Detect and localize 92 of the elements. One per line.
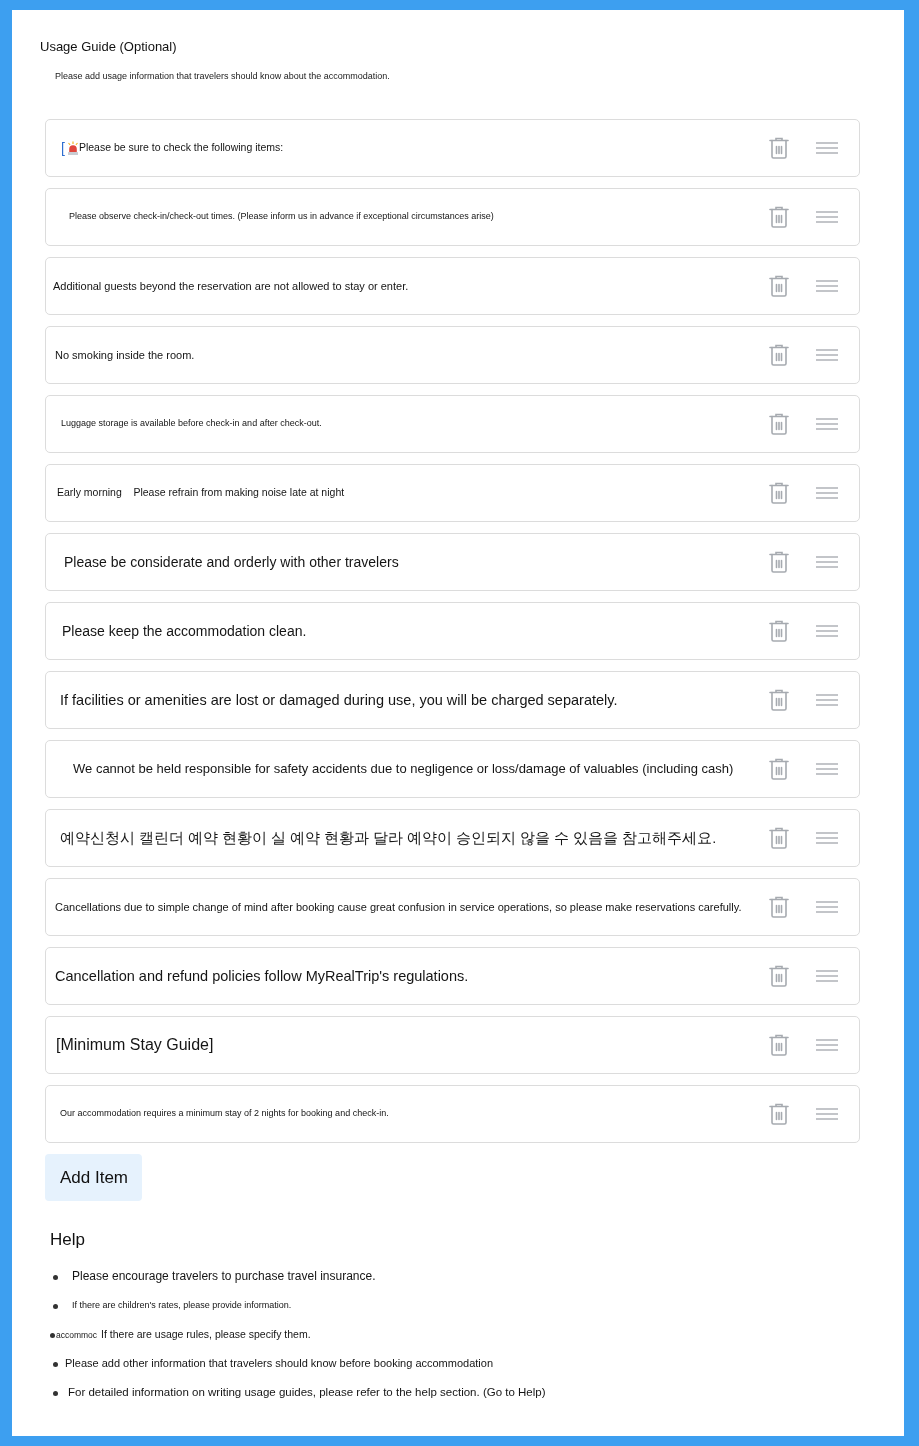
- drag-handle[interactable]: [816, 349, 838, 361]
- guide-item-text: Cancellation and refund policies follow MyRealTrip's regulations.: [55, 966, 469, 986]
- bullet-icon: [53, 1275, 58, 1280]
- trash-icon: [769, 551, 789, 573]
- hamburger-icon: [816, 487, 838, 499]
- drag-handle[interactable]: [816, 1039, 838, 1051]
- bullet-icon: [53, 1362, 58, 1367]
- help-text: Please add other information that travelers should know before booking accommodation: [65, 1356, 494, 1371]
- delete-button[interactable]: [769, 551, 789, 573]
- delete-button[interactable]: [769, 482, 789, 504]
- guide-item-text: Please keep the accommodation clean.: [62, 621, 307, 641]
- delete-button[interactable]: [769, 1103, 789, 1125]
- bullet-icon: [53, 1391, 58, 1396]
- guide-item-text: Early morning Please refrain from making noise late at night: [57, 486, 345, 500]
- hamburger-icon: [816, 694, 838, 706]
- hamburger-icon: [816, 625, 838, 637]
- delete-button[interactable]: [769, 413, 789, 435]
- hamburger-icon: [816, 142, 838, 154]
- guide-item-text: We cannot be held responsible for safety accidents due to negligence or loss/damage of valuables (including cash): [73, 760, 734, 778]
- delete-button[interactable]: [769, 827, 789, 849]
- drag-handle[interactable]: [816, 487, 838, 499]
- trash-icon: [769, 275, 789, 297]
- clipped-label: accommoc: [56, 1328, 98, 1341]
- help-text: If there are usage rules, please specify them.: [101, 1327, 311, 1342]
- drag-handle[interactable]: [816, 901, 838, 913]
- delete-button[interactable]: [769, 206, 789, 228]
- trash-icon: [769, 689, 789, 711]
- hamburger-icon: [816, 1108, 838, 1120]
- trash-icon: [769, 206, 789, 228]
- siren-icon: [66, 141, 79, 155]
- drag-handle[interactable]: [816, 556, 838, 568]
- delete-button[interactable]: [769, 758, 789, 780]
- guide-item-text: Cancellations due to simple change of mind after booking cause great confusion in service operations, so please make reservations carefully.: [55, 899, 742, 915]
- delete-button[interactable]: [769, 965, 789, 987]
- hamburger-icon: [816, 349, 838, 361]
- delete-button[interactable]: [769, 275, 789, 297]
- trash-icon: [769, 965, 789, 987]
- trash-icon: [769, 827, 789, 849]
- drag-handle[interactable]: [816, 832, 838, 844]
- hamburger-icon: [816, 556, 838, 568]
- drag-handle[interactable]: [816, 625, 838, 637]
- bullet-icon: [50, 1333, 55, 1338]
- delete-button[interactable]: [769, 1034, 789, 1056]
- hamburger-icon: [816, 211, 838, 223]
- drag-handle[interactable]: [816, 694, 838, 706]
- trash-icon: [769, 344, 789, 366]
- hamburger-icon: [816, 832, 838, 844]
- bullet-icon: [53, 1304, 58, 1309]
- trash-icon: [769, 758, 789, 780]
- trash-icon: [769, 620, 789, 642]
- add-item-button[interactable]: Add Item: [45, 1154, 143, 1201]
- section-description: Please add usage information that travelers should know about the accommodation.: [55, 70, 390, 82]
- guide-item-text: Please be sure to check the following items:: [78, 141, 284, 155]
- delete-button[interactable]: [769, 896, 789, 918]
- drag-handle[interactable]: [816, 1108, 838, 1120]
- delete-button[interactable]: [769, 620, 789, 642]
- drag-handle[interactable]: [816, 418, 838, 430]
- drag-handle[interactable]: [816, 211, 838, 223]
- trash-icon: [769, 1103, 789, 1125]
- trash-icon: [769, 1034, 789, 1056]
- hamburger-icon: [816, 763, 838, 775]
- hamburger-icon: [816, 901, 838, 913]
- guide-item-text: Additional guests beyond the reservation are not allowed to stay or enter.: [53, 278, 409, 294]
- hamburger-icon: [816, 1039, 838, 1051]
- delete-button[interactable]: [769, 344, 789, 366]
- trash-icon: [769, 896, 789, 918]
- guide-item-text: 예약신청시 캘린더 예약 현황이 실 예약 현황과 달라 예약이 승인되지 않을 수 있음을 참고해주세요.: [60, 828, 717, 848]
- guide-item-text: No smoking inside the room.: [55, 347, 195, 363]
- guide-item-text: Please be considerate and orderly with other travelers: [64, 552, 399, 572]
- guide-item-text: If facilities or amenities are lost or damaged during use, you will be charged separately.: [60, 690, 618, 710]
- hamburger-icon: [816, 970, 838, 982]
- trash-icon: [769, 137, 789, 159]
- section-title: Usage Guide (Optional): [40, 39, 177, 55]
- guide-item-text: [Minimum Stay Guide]: [56, 1034, 214, 1055]
- trash-icon: [769, 482, 789, 504]
- guide-item-text: Our accommodation requires a minimum stay of 2 nights for booking and check-in.: [60, 1108, 389, 1120]
- drag-handle[interactable]: [816, 280, 838, 292]
- delete-button[interactable]: [769, 137, 789, 159]
- guide-item-text: Luggage storage is available before check-in and after check-out.: [61, 418, 322, 430]
- delete-button[interactable]: [769, 689, 789, 711]
- bracket-text: [: [61, 140, 65, 156]
- help-text: Please encourage travelers to purchase travel insurance.: [72, 1268, 376, 1285]
- hamburger-icon: [816, 418, 838, 430]
- drag-handle[interactable]: [816, 142, 838, 154]
- help-text: For detailed information on writing usage guides, please refer to the help section. (Go to Help): [68, 1385, 546, 1400]
- hamburger-icon: [816, 280, 838, 292]
- drag-handle[interactable]: [816, 970, 838, 982]
- drag-handle[interactable]: [816, 763, 838, 775]
- trash-icon: [769, 413, 789, 435]
- guide-item-text: Please observe check-in/check-out times. (Please inform us in advance if exceptional circumstances arise): [69, 211, 494, 223]
- help-heading: Help: [50, 1230, 85, 1250]
- help-text: If there are children's rates, please provide information.: [72, 1299, 292, 1312]
